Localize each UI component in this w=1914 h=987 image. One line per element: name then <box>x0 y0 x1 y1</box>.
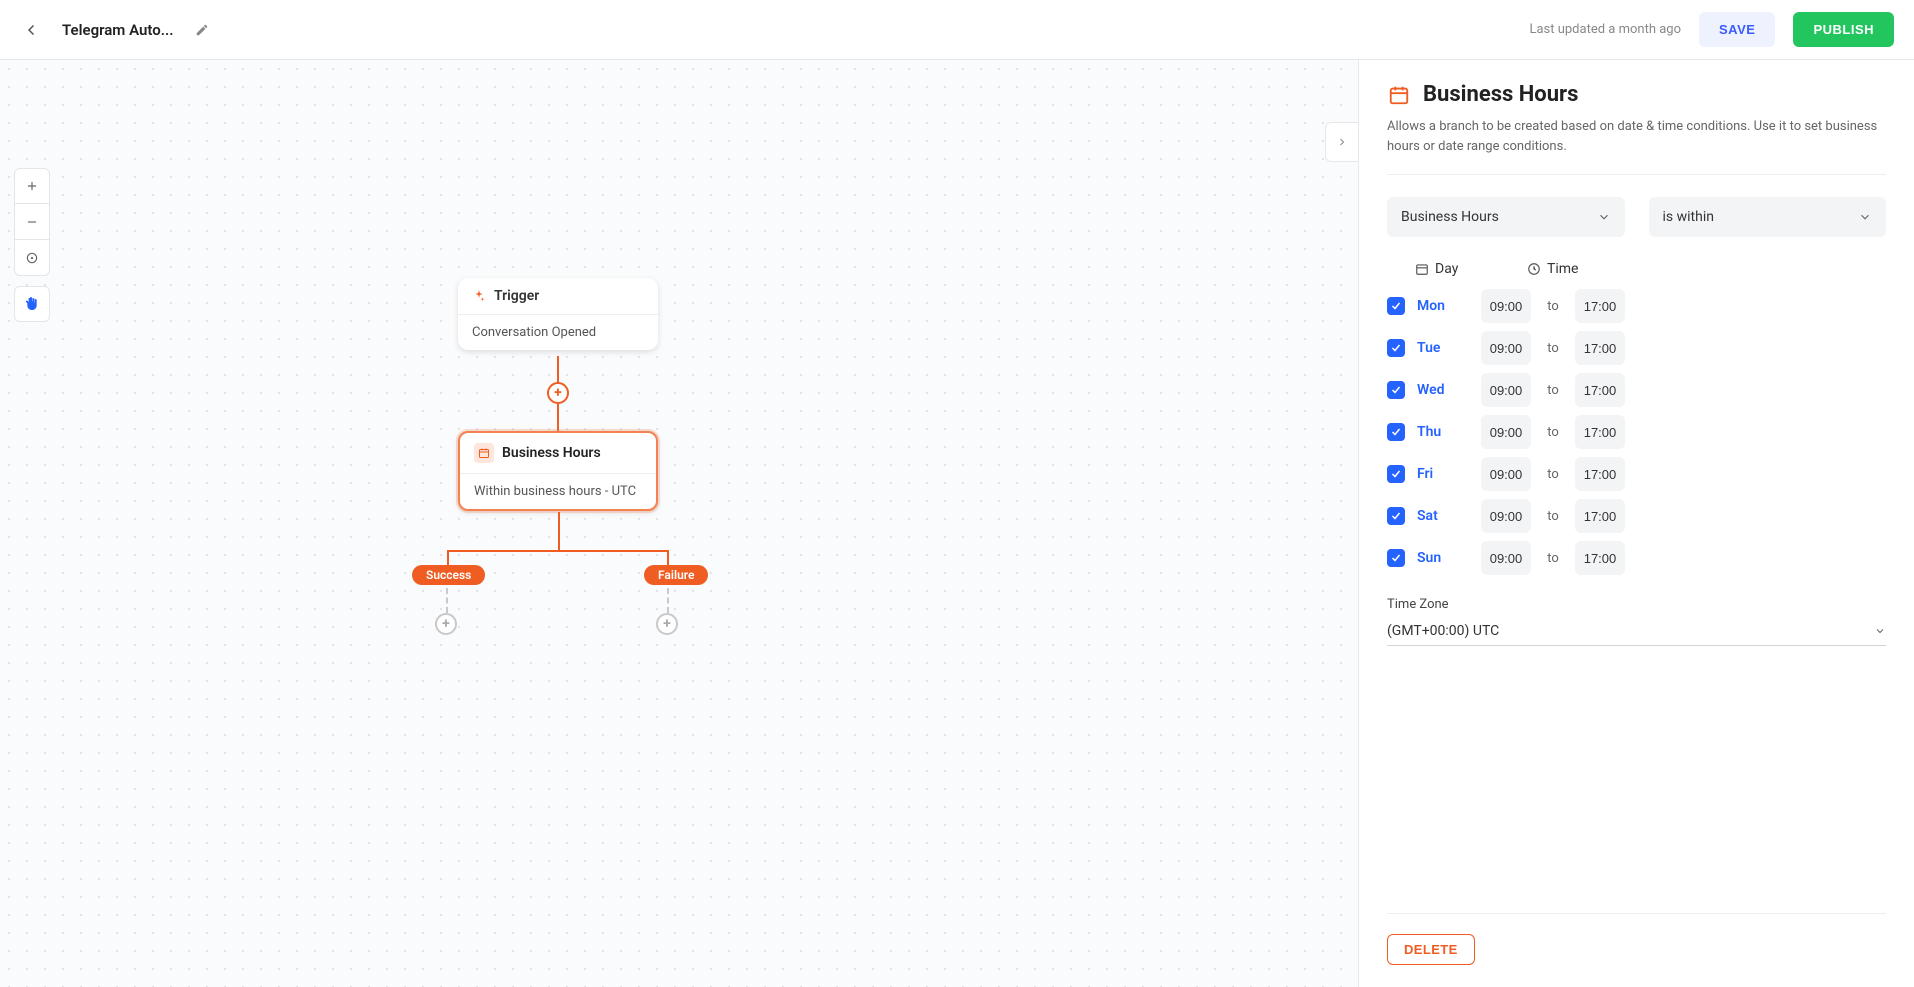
day-row: Tue to <box>1387 331 1886 365</box>
topbar: Telegram Auto... Last updated a month ag… <box>0 0 1914 60</box>
edge <box>667 588 669 613</box>
zoom-out-button[interactable] <box>14 204 50 240</box>
day-checkbox[interactable] <box>1387 507 1405 525</box>
type-dropdown-value: Business Hours <box>1401 209 1499 225</box>
start-time-input[interactable] <box>1481 499 1531 533</box>
chevron-down-icon <box>1858 210 1872 224</box>
panel-description: Allows a branch to be created based on d… <box>1387 117 1886 175</box>
to-label: to <box>1543 509 1563 524</box>
day-checkbox[interactable] <box>1387 423 1405 441</box>
timezone-dropdown[interactable]: (GMT+00:00) UTC <box>1387 616 1886 646</box>
condition-dropdown-value: is within <box>1663 209 1714 225</box>
calendar-icon <box>1387 83 1411 107</box>
day-row: Wed to <box>1387 373 1886 407</box>
type-dropdown[interactable]: Business Hours <box>1387 197 1625 237</box>
end-time-input[interactable] <box>1575 499 1625 533</box>
panel-title: Business Hours <box>1423 82 1578 107</box>
day-label: Thu <box>1417 424 1469 440</box>
edit-title-icon[interactable] <box>192 20 212 40</box>
start-time-input[interactable] <box>1481 373 1531 407</box>
start-time-input[interactable] <box>1481 331 1531 365</box>
back-button[interactable] <box>20 18 44 42</box>
day-row: Sat to <box>1387 499 1886 533</box>
calendar-icon <box>474 443 494 463</box>
timezone-label: Time Zone <box>1387 597 1886 612</box>
publish-button[interactable]: PUBLISH <box>1793 12 1894 47</box>
chevron-down-icon <box>1597 210 1611 224</box>
edge <box>557 404 559 431</box>
day-label: Mon <box>1417 298 1469 314</box>
timezone-value: (GMT+00:00) UTC <box>1387 623 1499 639</box>
zoom-in-button[interactable] <box>14 168 50 204</box>
day-checkbox[interactable] <box>1387 339 1405 357</box>
trigger-node-body: Conversation Opened <box>458 315 658 350</box>
start-time-input[interactable] <box>1481 457 1531 491</box>
time-column-header: Time <box>1547 261 1578 277</box>
business-hours-node-body: Within business hours - UTC <box>460 474 656 509</box>
condition-dropdown[interactable]: is within <box>1649 197 1887 237</box>
day-row: Sun to <box>1387 541 1886 575</box>
canvas-background <box>0 60 1358 987</box>
end-time-input[interactable] <box>1575 331 1625 365</box>
day-row: Mon to <box>1387 289 1886 323</box>
to-label: to <box>1543 551 1563 566</box>
failure-branch-label[interactable]: Failure <box>644 565 708 585</box>
save-button[interactable]: SAVE <box>1699 12 1775 47</box>
day-checkbox[interactable] <box>1387 549 1405 567</box>
day-label: Fri <box>1417 466 1469 482</box>
end-time-input[interactable] <box>1575 289 1625 323</box>
day-checkbox[interactable] <box>1387 381 1405 399</box>
to-label: to <box>1543 341 1563 356</box>
chevron-down-icon <box>1874 625 1886 637</box>
add-step-success-button[interactable]: + <box>435 613 457 635</box>
calendar-small-icon <box>1415 262 1429 276</box>
end-time-input[interactable] <box>1575 373 1625 407</box>
workflow-title: Telegram Auto... <box>62 21 174 39</box>
trigger-node-title: Trigger <box>494 288 539 304</box>
day-column-header: Day <box>1435 261 1458 277</box>
trigger-node[interactable]: Trigger Conversation Opened <box>458 278 658 350</box>
start-time-input[interactable] <box>1481 541 1531 575</box>
end-time-input[interactable] <box>1575 457 1625 491</box>
properties-panel: Business Hours Allows a branch to be cre… <box>1358 60 1914 987</box>
to-label: to <box>1543 299 1563 314</box>
start-time-input[interactable] <box>1481 415 1531 449</box>
day-checkbox[interactable] <box>1387 465 1405 483</box>
to-label: to <box>1543 383 1563 398</box>
clock-icon <box>1527 262 1541 276</box>
to-label: to <box>1543 467 1563 482</box>
day-checkbox[interactable] <box>1387 297 1405 315</box>
day-row: Thu to <box>1387 415 1886 449</box>
business-hours-node[interactable]: Business Hours Within business hours - U… <box>458 431 658 511</box>
start-time-input[interactable] <box>1481 289 1531 323</box>
spark-icon <box>472 289 486 303</box>
delete-button[interactable]: DELETE <box>1387 934 1475 965</box>
to-label: to <box>1543 425 1563 440</box>
pan-button[interactable] <box>14 286 50 322</box>
day-label: Wed <box>1417 382 1469 398</box>
end-time-input[interactable] <box>1575 541 1625 575</box>
last-updated-label: Last updated a month ago <box>1529 22 1681 37</box>
add-step-failure-button[interactable]: + <box>656 613 678 635</box>
day-label: Sun <box>1417 550 1469 566</box>
end-time-input[interactable] <box>1575 415 1625 449</box>
success-branch-label[interactable]: Success <box>412 565 485 585</box>
edge <box>446 588 448 613</box>
day-label: Tue <box>1417 340 1469 356</box>
day-row: Fri to <box>1387 457 1886 491</box>
insert-step-button[interactable]: + <box>547 382 569 404</box>
collapse-panel-button[interactable] <box>1325 122 1358 162</box>
business-hours-node-title: Business Hours <box>502 445 601 461</box>
zoom-fit-button[interactable] <box>14 240 50 276</box>
workflow-canvas[interactable]: Trigger Conversation Opened + Business H… <box>0 60 1358 987</box>
day-label: Sat <box>1417 508 1469 524</box>
